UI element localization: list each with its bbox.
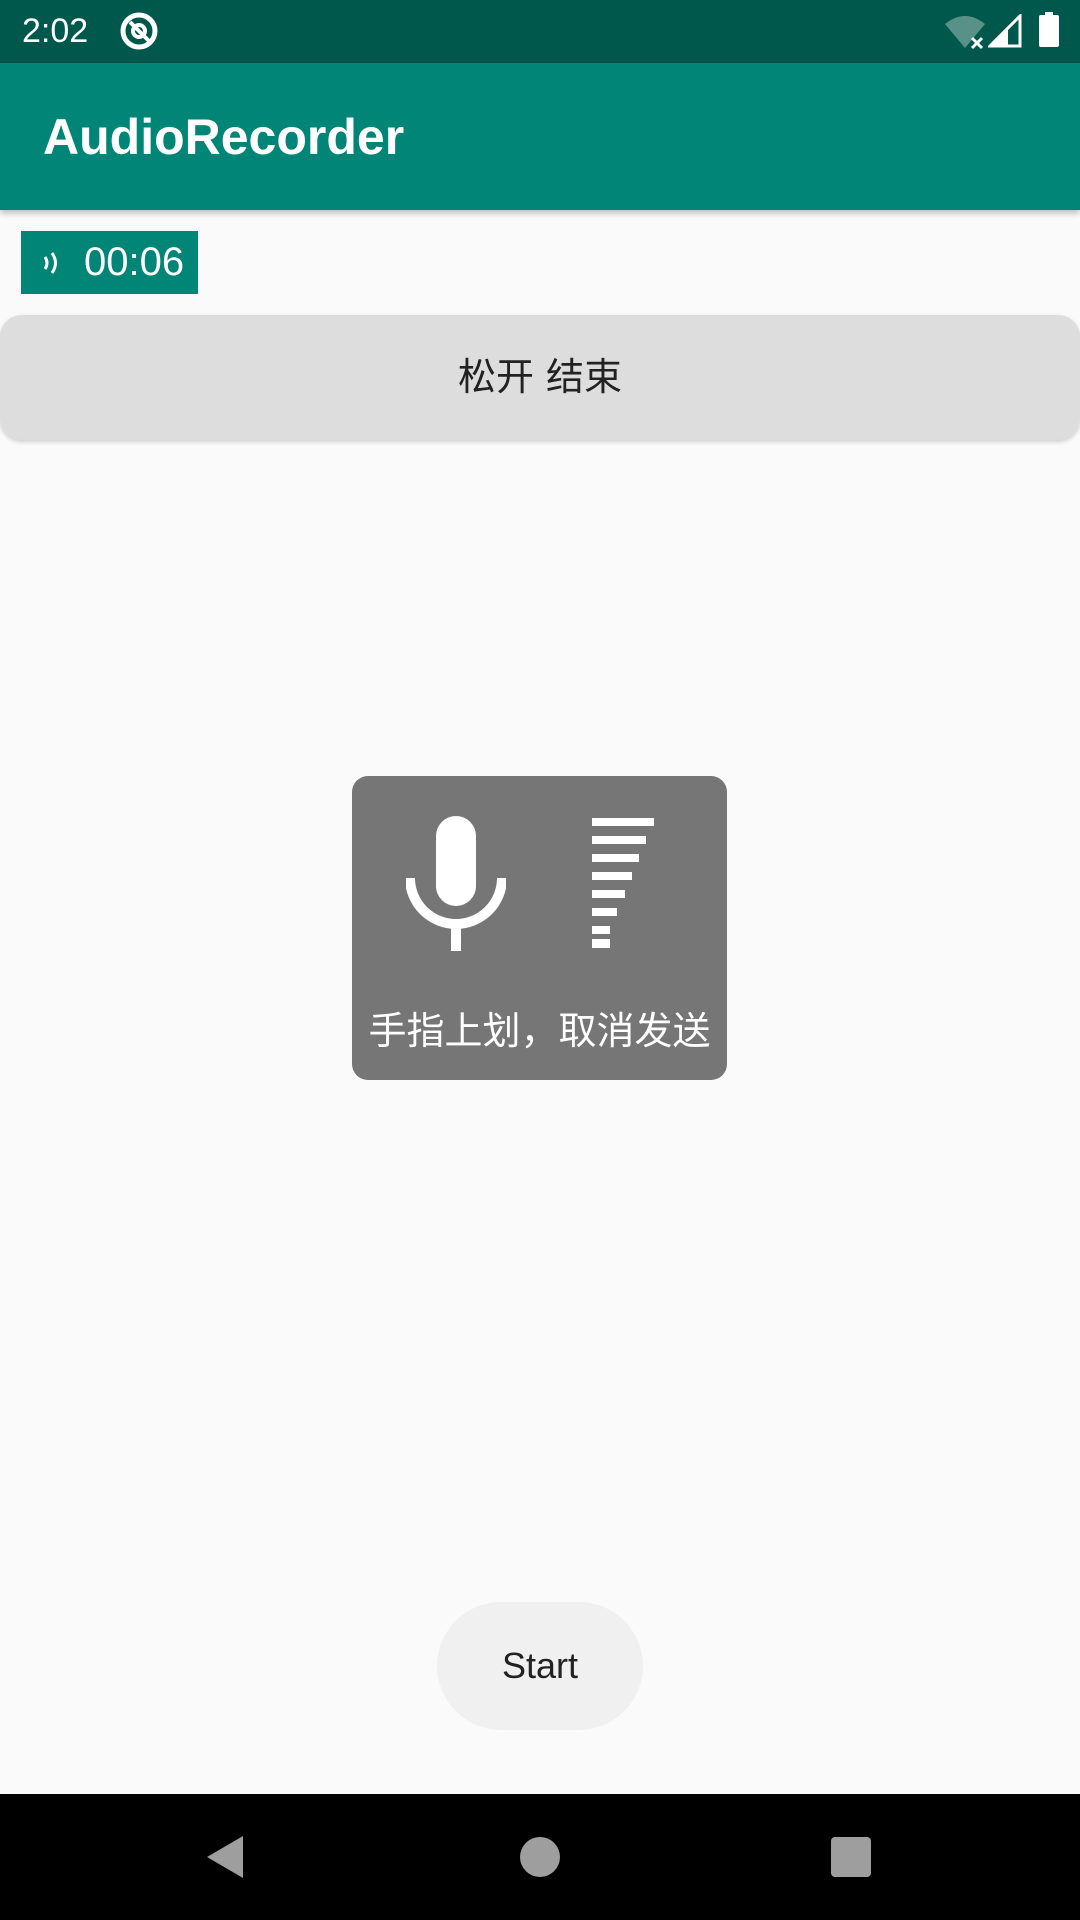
- volume-level-icon: [592, 818, 654, 948]
- app-title: AudioRecorder: [43, 109, 405, 165]
- status-time: 2:02: [22, 12, 89, 50]
- navigation-bar: [0, 1794, 1080, 1920]
- wifi-off-icon: [945, 16, 985, 50]
- status-bar: 2:02: [0, 0, 1080, 63]
- elapsed-time: 00:06: [84, 240, 185, 284]
- recording-timer-chip: 00:06: [21, 231, 198, 294]
- app-notification-icon: [120, 12, 158, 50]
- recording-dialog: 手指上划，取消发送: [352, 776, 727, 1080]
- battery-icon: [1039, 12, 1059, 47]
- recents-icon[interactable]: [831, 1837, 871, 1877]
- back-icon[interactable]: [205, 1834, 245, 1880]
- sound-wave-icon: [43, 252, 57, 274]
- microphone-icon: [406, 816, 506, 951]
- release-to-finish-button[interactable]: 松开 结束: [0, 315, 1080, 440]
- start-button[interactable]: Start: [437, 1602, 643, 1730]
- cancel-hint: 手指上划，取消发送: [368, 1009, 711, 1053]
- app-bar: AudioRecorder: [0, 63, 1080, 210]
- cell-signal-icon: [988, 14, 1022, 48]
- home-icon[interactable]: [520, 1837, 560, 1877]
